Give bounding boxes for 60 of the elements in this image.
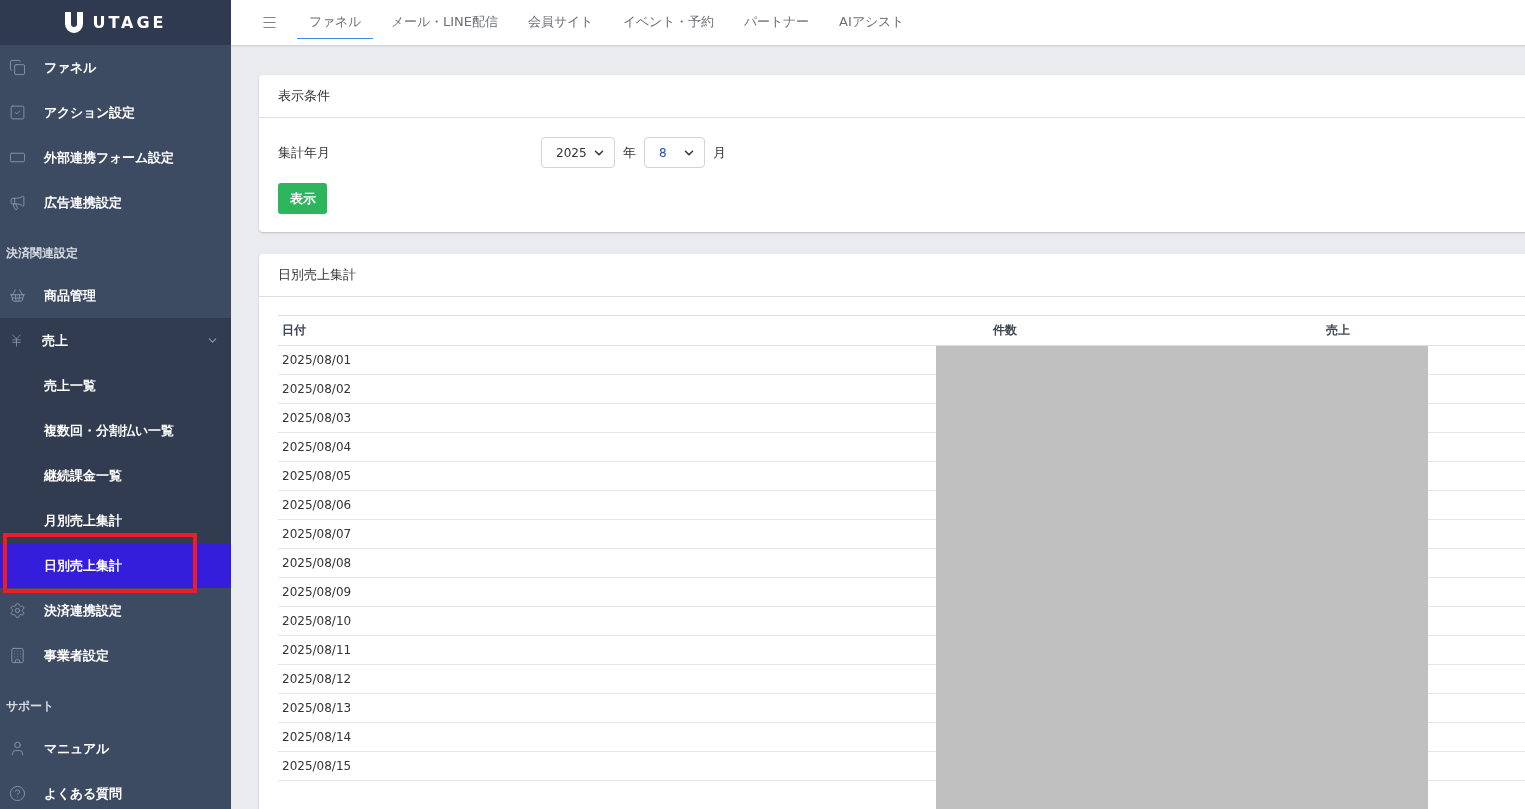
sidebar-section-label: サポート: [5, 698, 55, 715]
table-cell: 2025/08/13: [278, 693, 933, 723]
table-cell: 2025/08/05: [278, 461, 933, 491]
sidebar-item[interactable]: マニュアル: [0, 726, 231, 771]
table-cell: 2025/08/03: [278, 403, 933, 433]
sidebar-item[interactable]: 外部連携フォーム設定: [0, 135, 231, 180]
yen-icon: [9, 333, 24, 348]
column-header: 件数: [932, 315, 1078, 346]
unit-label: 年: [623, 143, 636, 162]
table-cell: 2025/08/11: [278, 635, 933, 665]
year-select[interactable]: 2025: [541, 137, 615, 168]
sidebar-item[interactable]: ファネル: [0, 45, 231, 90]
sidebar-subitem[interactable]: 売上一覧: [0, 363, 231, 408]
sidebar-item[interactable]: アクション設定: [0, 90, 231, 135]
unit-label: 月: [713, 143, 726, 162]
sidebar-group-toggle[interactable]: 売上: [0, 318, 231, 363]
sidebar-item[interactable]: 決済連携設定: [0, 588, 231, 633]
nav-tab[interactable]: パートナー: [732, 6, 821, 39]
sidebar-item-icon: [9, 785, 26, 802]
card-title: 日別売上集計: [278, 266, 356, 284]
sidebar-item-icon: [9, 602, 26, 619]
table-cell: 2025/08/02: [278, 374, 933, 404]
sidebar-item-icon: [9, 287, 26, 304]
table-cell: 2025/08/07: [278, 519, 933, 549]
sidebar-item-icon: [9, 740, 26, 757]
nav-tab[interactable]: 会員サイト: [516, 6, 605, 39]
table-cell: 2025/08/04: [278, 432, 933, 462]
column-header: 日付: [278, 315, 933, 346]
table-cell: 2025/08/09: [278, 577, 933, 607]
logo-icon: [64, 11, 85, 34]
sidebar-subitem[interactable]: 複数回・分割払い一覧: [0, 408, 231, 453]
sidebar-subitem[interactable]: 継続課金一覧: [0, 453, 231, 498]
nav-tab[interactable]: ファネル: [297, 6, 373, 39]
sidebar-item-icon: [9, 647, 26, 664]
table-cell: 2025/08/08: [278, 548, 933, 578]
logo-text: UTAGE: [92, 13, 167, 32]
nav-tab[interactable]: AIアシスト: [827, 6, 916, 39]
sidebar-item[interactable]: 広告連携設定: [0, 180, 231, 225]
table-cell: 2025/08/15: [278, 751, 933, 781]
nav-tab[interactable]: メール・LINE配信: [379, 6, 510, 39]
menu-icon[interactable]: [261, 14, 278, 31]
month-select[interactable]: 8: [644, 137, 705, 168]
table-cell: 2025/08/06: [278, 490, 933, 520]
nav-tab[interactable]: イベント・予約: [611, 6, 726, 39]
sidebar-item[interactable]: 事業者設定: [0, 633, 231, 678]
column-header: 売上: [1077, 315, 1525, 346]
table-cell: 2025/08/10: [278, 606, 933, 636]
table-cell: 2025/08/12: [278, 664, 933, 694]
field-label: 集計年月: [278, 143, 331, 162]
sidebar-item-icon: [9, 59, 26, 76]
sidebar-item[interactable]: よくある質問: [0, 771, 231, 809]
sidebar-subitem[interactable]: 日別売上集計: [0, 543, 231, 588]
sidebar-item-icon: [9, 104, 26, 121]
sidebar-item-icon: [9, 194, 26, 211]
sidebar-item[interactable]: 商品管理: [0, 273, 231, 318]
sidebar-section-label: 決済関連設定: [5, 245, 79, 262]
table-cell: 2025/08/14: [278, 722, 933, 752]
table-cell: 2025/08/01: [278, 345, 933, 375]
sidebar-subitem[interactable]: 月別売上集計: [0, 498, 231, 543]
card-title: 表示条件: [278, 87, 330, 105]
